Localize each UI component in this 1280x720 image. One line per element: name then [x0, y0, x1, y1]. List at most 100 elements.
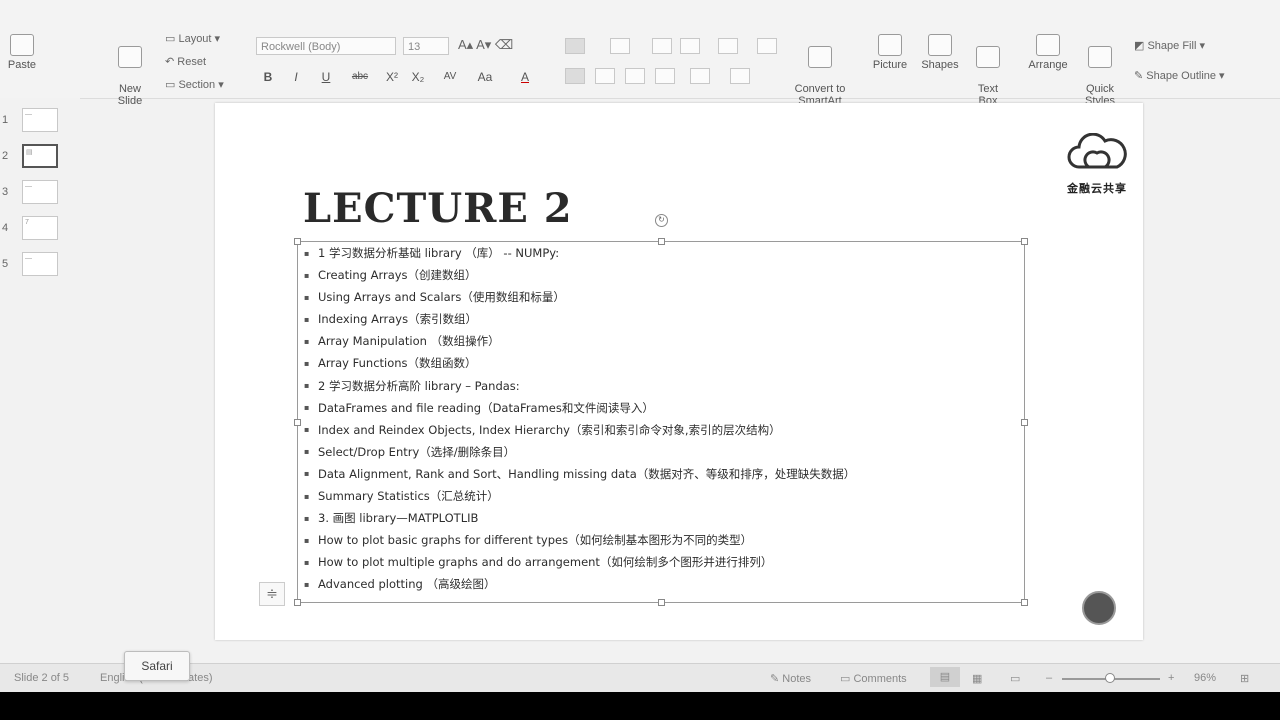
text-box-button[interactable]: Text Box: [970, 34, 1006, 107]
list-item[interactable]: ▪ Data Alignment, Rank and Sort、Handling …: [304, 463, 855, 485]
paint-bucket-icon: ◩: [1134, 40, 1145, 52]
shapes-button[interactable]: Shapes: [918, 34, 962, 71]
font-size-select[interactable]: 13: [403, 37, 449, 55]
zoom-out-button[interactable]: –: [1046, 672, 1052, 684]
list-item[interactable]: ▪ 1 学习数据分析基础 library （库） -- NUMPy:: [304, 242, 855, 264]
slide-sorter-button[interactable]: ▦: [972, 672, 982, 685]
bold-button[interactable]: B: [258, 68, 278, 86]
grid-icon: ▦: [972, 673, 983, 685]
numbering-button[interactable]: [610, 38, 630, 54]
logo-text: 金融云共享: [1067, 183, 1127, 195]
zoom-in-button[interactable]: +: [1168, 672, 1174, 684]
slide-thumbnail[interactable]: 47: [0, 216, 80, 242]
character-spacing-button[interactable]: AV: [436, 68, 464, 86]
comments-button[interactable]: ▭ Comments: [840, 672, 907, 685]
bullets-button[interactable]: [565, 38, 585, 54]
section-button[interactable]: ▭ Section ▾: [165, 78, 224, 91]
resize-handle[interactable]: [1021, 599, 1028, 606]
font-name-select[interactable]: Rockwell (Body): [256, 37, 396, 55]
list-item[interactable]: ▪ How to plot multiple graphs and do arra…: [304, 551, 855, 573]
slide-thumbnail[interactable]: 1—: [0, 108, 80, 134]
clipboard-icon: [10, 34, 34, 56]
strikethrough-button[interactable]: abc: [346, 68, 374, 86]
rotate-handle-icon[interactable]: ↻: [655, 214, 668, 227]
tooltip: Safari: [124, 651, 190, 681]
slide-thumbnail[interactable]: 5—: [0, 252, 80, 278]
ribbon: Paste New Slide ▭ Layout ▾ ↶ Reset ▭ Sec…: [0, 28, 1280, 107]
shape-fill-button[interactable]: ◩ Shape Fill ▾: [1134, 39, 1205, 52]
list-item[interactable]: ▪ 2 学习数据分析高阶 library – Pandas:: [304, 375, 855, 397]
increase-indent-button[interactable]: [680, 38, 700, 54]
arrange-button[interactable]: Arrange: [1024, 34, 1072, 71]
zoom-slider-thumb[interactable]: [1105, 673, 1115, 683]
picture-button[interactable]: Picture: [868, 34, 912, 71]
list-item[interactable]: ▪ Array Functions（数组函数）: [304, 352, 855, 374]
justify-button[interactable]: [655, 68, 675, 84]
new-slide-icon: [118, 46, 142, 68]
status-bar: Slide 2 of 5 English (United States) ✎ N…: [0, 663, 1280, 692]
underline-button[interactable]: U: [316, 68, 336, 86]
clear-format-icon: ⌫: [494, 37, 514, 52]
content-text-box[interactable]: ▪ 1 学习数据分析基础 library （库） -- NUMPy: ▪ Creat…: [294, 238, 1028, 606]
autofit-options-icon[interactable]: ≑: [259, 582, 285, 606]
slide-thumbnail[interactable]: 2 ▤: [0, 144, 80, 170]
list-item[interactable]: ▪ Index and Reindex Objects, Index Hierar…: [304, 419, 855, 441]
notes-icon: ✎: [770, 673, 780, 685]
superscript-button[interactable]: X²: [382, 68, 402, 86]
list-item[interactable]: ▪ Array Manipulation （数组操作）: [304, 330, 855, 352]
cloud-logo-icon: [1067, 132, 1127, 169]
letterbox-bar: [0, 692, 1280, 720]
slide-thumbnail[interactable]: 3—: [0, 180, 80, 206]
convert-smartart-button[interactable]: Convert to SmartArt: [788, 34, 852, 107]
smartart-icon: [808, 46, 832, 68]
font-color-button[interactable]: A: [512, 68, 538, 86]
font-size-controls[interactable]: A▴ A▾ ⌫: [458, 37, 513, 53]
list-item[interactable]: ▪ Creating Arrays（创建数组）: [304, 264, 855, 286]
list-item[interactable]: ▪ DataFrames and file reading（DataFrames和…: [304, 397, 855, 419]
text-direction-button[interactable]: [690, 68, 710, 84]
title-bar: [0, 0, 1280, 28]
layout-button[interactable]: ▭ Layout ▾: [165, 32, 220, 45]
list-item[interactable]: ▪ 3. 画图 library—MATPLOTLIB: [304, 507, 855, 529]
italic-button[interactable]: I: [286, 68, 306, 86]
quick-styles-button[interactable]: Quick Styles: [1080, 34, 1120, 107]
list-item[interactable]: ▪ How to plot basic graphs for different …: [304, 529, 855, 551]
new-slide-button[interactable]: New Slide: [110, 34, 150, 107]
list-item[interactable]: ▪ Indexing Arrays（索引数组）: [304, 308, 855, 330]
columns-button[interactable]: [757, 38, 777, 54]
resize-handle[interactable]: [1021, 419, 1028, 426]
line-spacing-button[interactable]: [718, 38, 738, 54]
reading-view-button[interactable]: ▭: [1010, 672, 1020, 685]
resize-handle[interactable]: [294, 238, 301, 245]
paste-button[interactable]: Paste: [4, 34, 40, 71]
list-item[interactable]: ▪ Using Arrays and Scalars（使用数组和标量）: [304, 286, 855, 308]
align-right-button[interactable]: [625, 68, 645, 84]
slide-title[interactable]: LECTURE 2: [303, 185, 573, 232]
fit-slide-button[interactable]: ⊞: [1240, 672, 1249, 685]
list-item[interactable]: ▪ Advanced plotting （高级绘图）: [304, 573, 855, 595]
resize-handle[interactable]: [294, 419, 301, 426]
align-text-button[interactable]: [730, 68, 750, 84]
shape-outline-button[interactable]: ✎ Shape Outline ▾: [1134, 69, 1225, 82]
subscript-button[interactable]: X₂: [408, 68, 428, 86]
reset-button[interactable]: ↶ Reset: [165, 55, 206, 68]
resize-handle[interactable]: [658, 599, 665, 606]
resize-handle[interactable]: [1021, 238, 1028, 245]
list-item[interactable]: ▪ Select/Drop Entry（选择/删除条目）: [304, 441, 855, 463]
shapes-icon: [928, 34, 952, 56]
align-left-button[interactable]: [565, 68, 585, 84]
zoom-level[interactable]: 96%: [1194, 672, 1216, 684]
change-case-button[interactable]: Aa: [472, 68, 498, 86]
resize-handle[interactable]: [294, 599, 301, 606]
text-box-icon: [976, 46, 1000, 68]
list-item[interactable]: ▪ Summary Statistics（汇总统计）: [304, 485, 855, 507]
notes-button[interactable]: ✎ Notes: [770, 672, 811, 685]
decrease-indent-button[interactable]: [652, 38, 672, 54]
normal-view-button[interactable]: ▤: [930, 667, 960, 687]
align-center-button[interactable]: [595, 68, 615, 84]
picture-icon: [878, 34, 902, 56]
record-indicator-icon[interactable]: [1082, 591, 1116, 625]
comment-icon: ▭: [840, 673, 851, 685]
pen-icon: ✎: [1134, 70, 1144, 82]
slide-canvas[interactable]: LECTURE 2 金融云共享 ↻ ▪ 1 学习数据分析基础 library （库…: [215, 103, 1143, 640]
